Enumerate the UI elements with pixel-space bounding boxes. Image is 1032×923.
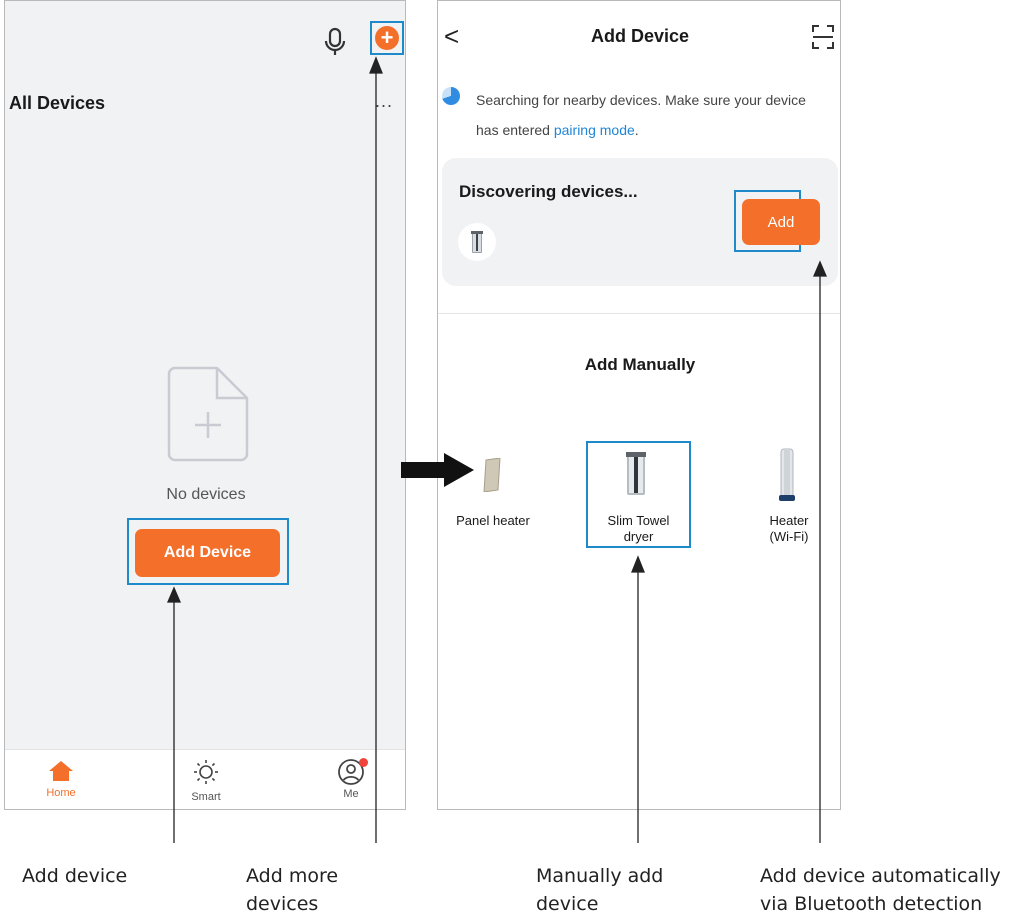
caption-bluetooth-add: Add device automatically via Bluetooth d… — [760, 862, 1001, 918]
caption-line: device — [536, 893, 599, 915]
caption-line: Add device automatically — [760, 865, 1001, 887]
caption-line: via Bluetooth detection — [760, 893, 983, 915]
caption-add-device: Add device — [22, 862, 127, 890]
caption-line: Add device — [22, 865, 128, 887]
caption-line: Manually add — [536, 865, 664, 887]
caption-add-more: Add more devices — [246, 862, 338, 918]
annotation-arrows — [167, 56, 827, 843]
caption-line: devices — [246, 893, 319, 915]
caption-line: Add more — [246, 865, 339, 887]
caption-manual-add: Manually add device — [536, 862, 663, 918]
